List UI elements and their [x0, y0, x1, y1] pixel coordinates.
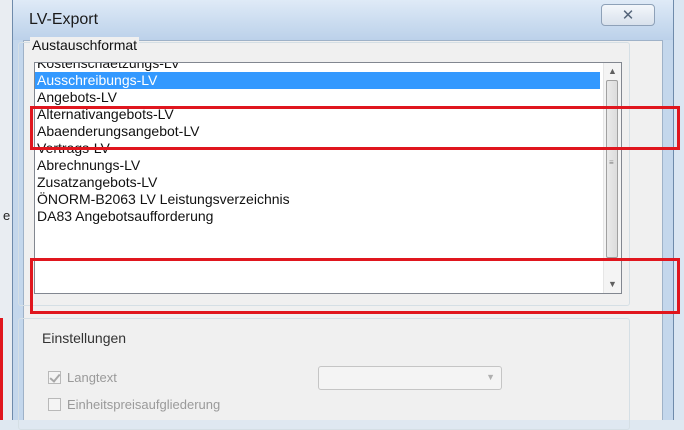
austauschformat-label: Austauschformat — [30, 37, 140, 53]
list-item[interactable]: Abrechnungs-LV — [35, 157, 603, 174]
title-bar[interactable]: LV-Export ✕ — [13, 0, 673, 40]
scroll-up-icon[interactable]: ▲ — [604, 63, 621, 80]
chevron-down-icon: ▼ — [486, 372, 495, 382]
dialog-title: LV-Export — [29, 11, 99, 28]
scrollbar-grip-icon: ≡ — [609, 158, 614, 167]
highlight-box-selected-item — [30, 106, 680, 150]
background-right-edge — [674, 0, 684, 420]
list-item[interactable]: Zusatzangebots-LV — [35, 174, 603, 191]
highlight-box-oenorm-da83 — [30, 258, 680, 314]
einheitspreis-checkbox[interactable] — [48, 398, 61, 411]
einheitspreis-option[interactable]: Einheitspreisaufgliederung — [48, 397, 220, 412]
einstellungen-label: Einstellungen — [40, 330, 129, 346]
background-text: e — [3, 208, 11, 223]
list-item[interactable]: ÖNORM-B2063 LV Leistungsverzeichnis — [35, 191, 603, 208]
list-item[interactable]: Angebots-LV — [35, 89, 603, 106]
list-item[interactable]: DA83 Angebotsaufforderung — [35, 208, 603, 225]
einheitspreis-label: Einheitspreisaufgliederung — [67, 397, 221, 412]
close-icon: ✕ — [621, 7, 635, 24]
settings-combobox[interactable]: ▼ — [318, 366, 502, 390]
list-item[interactable]: Ausschreibungs-LV — [35, 72, 600, 89]
langtext-checkbox[interactable] — [48, 371, 61, 384]
close-button[interactable]: ✕ — [601, 4, 655, 26]
langtext-label: Langtext — [67, 370, 117, 385]
langtext-option[interactable]: Langtext — [48, 370, 117, 385]
list-item[interactable]: Kostenschaetzungs-LV — [35, 63, 603, 72]
background-red-marker — [0, 318, 3, 420]
